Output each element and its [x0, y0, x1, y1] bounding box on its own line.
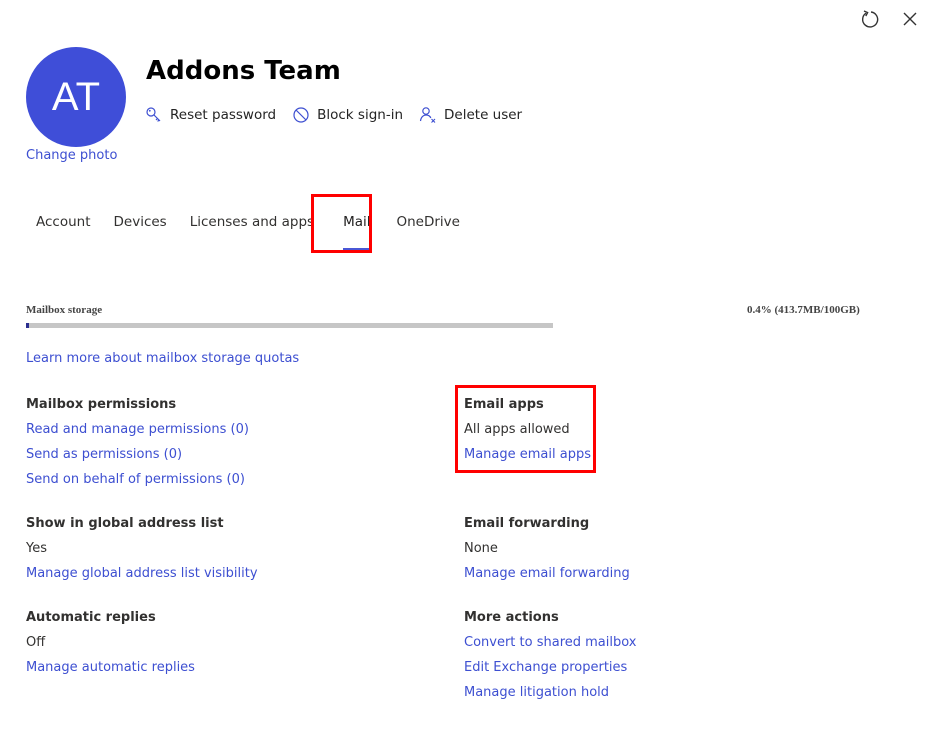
mailbox-storage-label: Mailbox storage	[26, 304, 103, 316]
email-forwarding-section: Email forwarding None Manage email forwa…	[464, 515, 630, 590]
automatic-replies-value: Off	[26, 635, 46, 650]
delete-user-icon	[419, 107, 436, 123]
refresh-icon[interactable]	[859, 8, 881, 30]
highlight-box-mail-tab	[311, 194, 372, 253]
mailbox-storage-bar	[26, 323, 553, 328]
avatar-initials: AT	[51, 74, 101, 119]
reset-password-button[interactable]: Reset password	[145, 106, 276, 124]
block-sign-in-label: Block sign-in	[317, 107, 404, 123]
avatar: AT	[26, 47, 126, 147]
manage-email-forwarding-link[interactable]: Manage email forwarding	[464, 565, 630, 590]
email-forwarding-heading: Email forwarding	[464, 516, 590, 531]
tab-onedrive[interactable]: OneDrive	[387, 210, 470, 238]
close-icon[interactable]	[899, 8, 921, 30]
read-manage-permissions-link[interactable]: Read and manage permissions (0)	[26, 421, 249, 446]
block-sign-in-button[interactable]: Block sign-in	[292, 106, 403, 124]
delete-user-label: Delete user	[444, 107, 523, 123]
block-icon	[293, 107, 309, 123]
key-icon	[146, 107, 161, 122]
automatic-replies-heading: Automatic replies	[26, 610, 156, 625]
global-address-list-value: Yes	[26, 541, 47, 556]
delete-user-button[interactable]: Delete user	[419, 106, 522, 124]
tab-licenses-and-apps[interactable]: Licenses and apps	[180, 210, 324, 238]
user-display-name: Addons Team	[146, 56, 341, 86]
send-as-permissions-link[interactable]: Send as permissions (0)	[26, 446, 249, 471]
highlight-box-email-apps	[455, 385, 596, 473]
mailbox-permissions-section: Mailbox permissions Read and manage perm…	[26, 396, 249, 496]
mailbox-permissions-heading: Mailbox permissions	[26, 397, 177, 412]
email-forwarding-value: None	[464, 541, 498, 556]
tab-devices[interactable]: Devices	[104, 210, 177, 238]
more-actions-section: More actions Convert to shared mailbox E…	[464, 609, 637, 709]
automatic-replies-section: Automatic replies Off Manage automatic r…	[26, 609, 195, 684]
learn-more-storage-link[interactable]: Learn more about mailbox storage quotas	[26, 351, 299, 366]
mailbox-storage-bar-fill	[26, 323, 29, 328]
tab-account[interactable]: Account	[26, 210, 101, 238]
manage-litigation-hold-link[interactable]: Manage litigation hold	[464, 684, 637, 709]
convert-to-shared-mailbox-link[interactable]: Convert to shared mailbox	[464, 634, 637, 659]
manage-automatic-replies-link[interactable]: Manage automatic replies	[26, 659, 195, 684]
manage-global-address-list-link[interactable]: Manage global address list visibility	[26, 565, 258, 590]
mailbox-storage-usage: 0.4% (413.7MB/100GB)	[747, 304, 860, 316]
change-photo-link[interactable]: Change photo	[26, 148, 117, 163]
edit-exchange-properties-link[interactable]: Edit Exchange properties	[464, 659, 637, 684]
user-actions: Reset password Block sign-in Delete user	[145, 106, 538, 124]
more-actions-heading: More actions	[464, 610, 559, 625]
reset-password-label: Reset password	[170, 107, 277, 123]
send-on-behalf-permissions-link[interactable]: Send on behalf of permissions (0)	[26, 471, 249, 496]
global-address-list-heading: Show in global address list	[26, 516, 224, 531]
tab-bar: Account Devices Licenses and apps Mail O…	[26, 210, 473, 238]
global-address-list-section: Show in global address list Yes Manage g…	[26, 515, 258, 590]
